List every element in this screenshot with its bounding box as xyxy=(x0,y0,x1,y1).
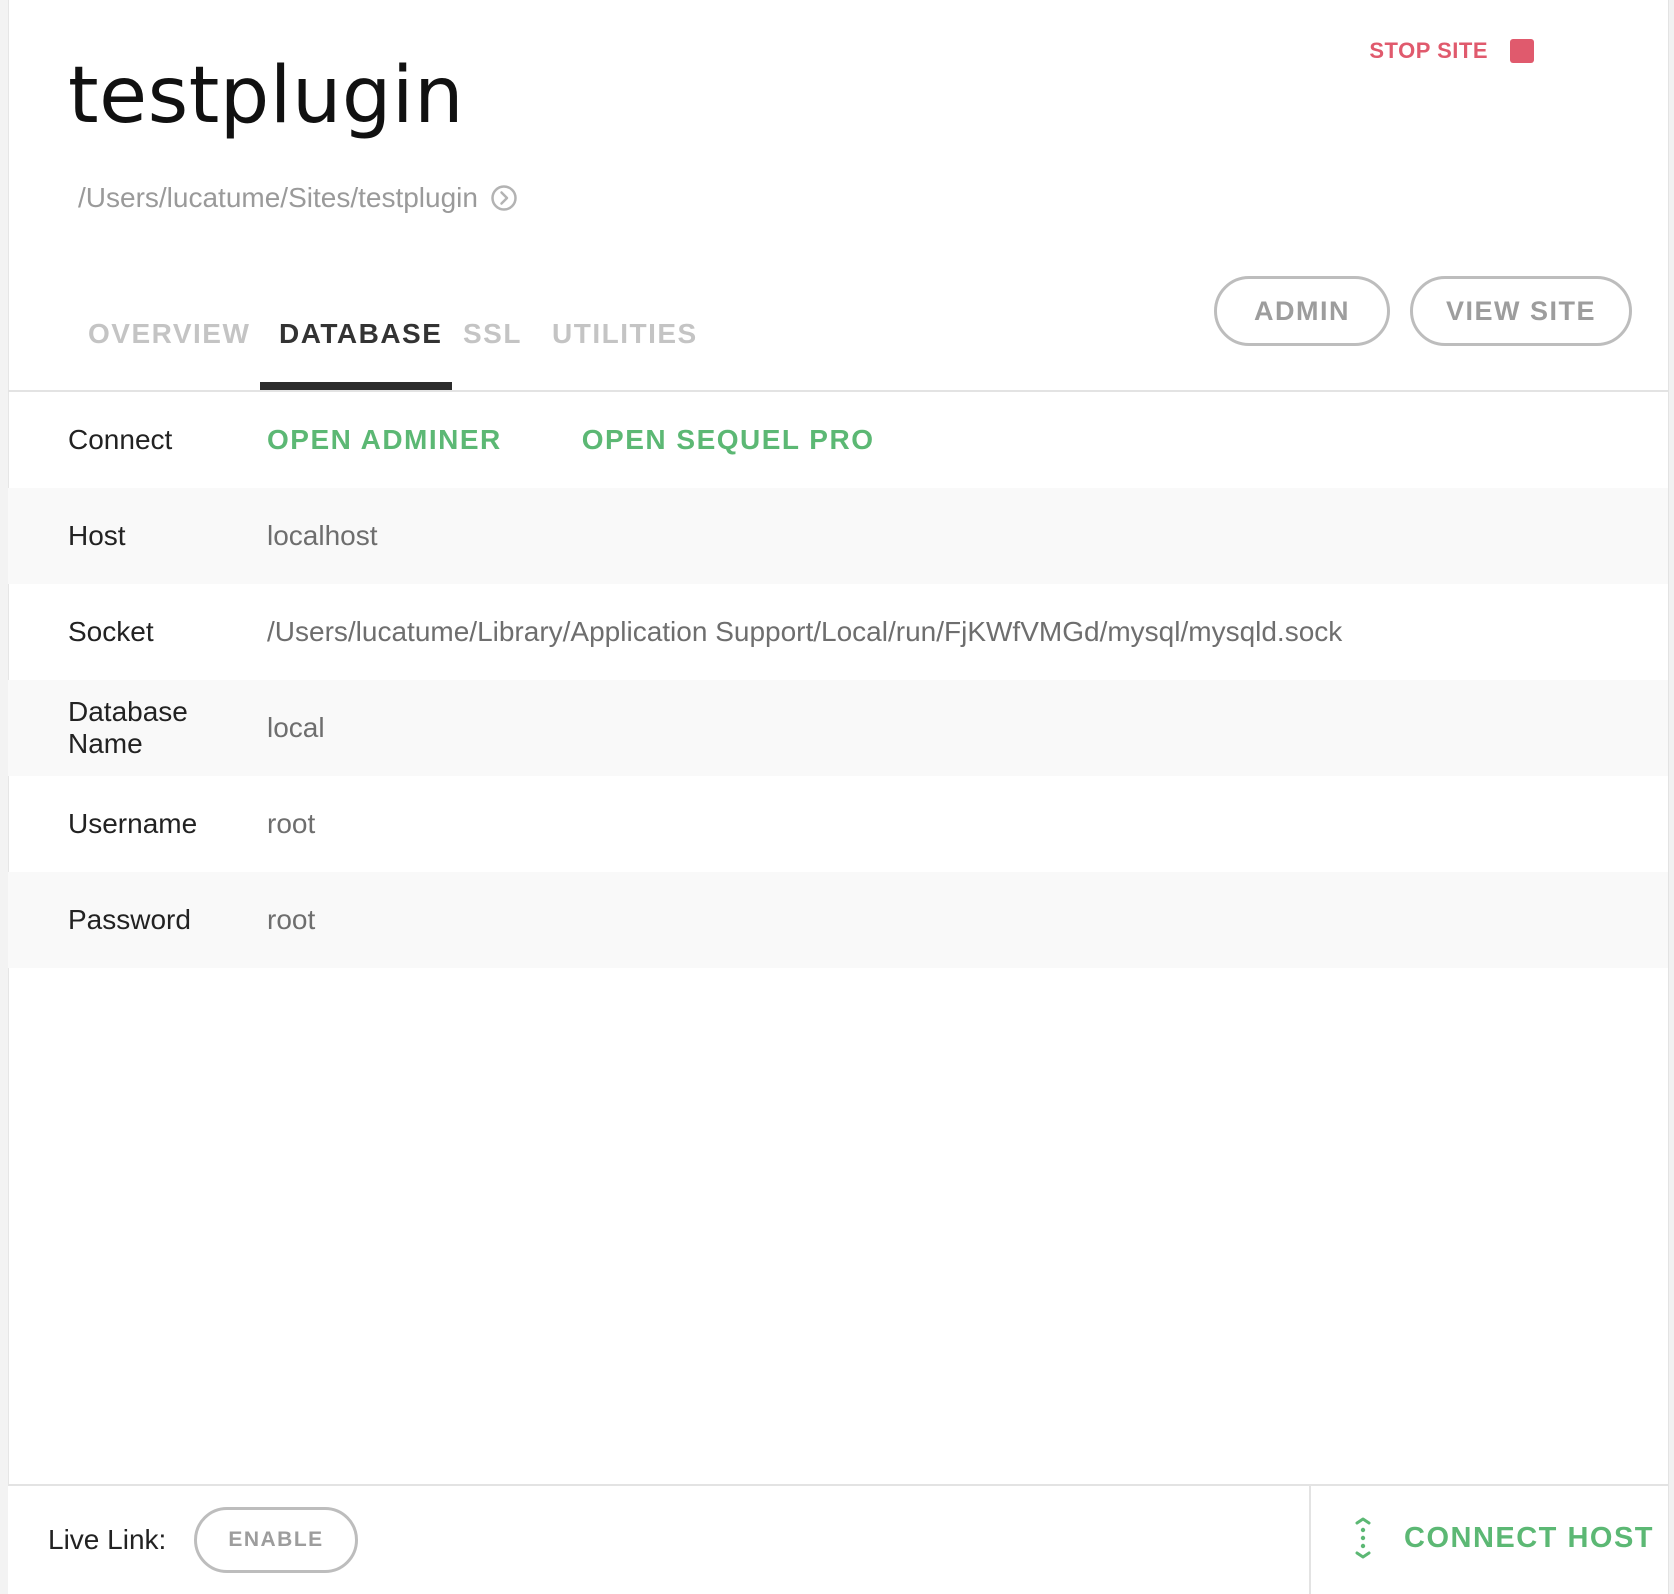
footer-bar: Live Link: ENABLE CONNECT HOST xyxy=(8,1484,1668,1594)
database-name-row: Database Name local xyxy=(8,680,1668,776)
tab-database[interactable]: DATABASE xyxy=(279,318,442,350)
enable-live-link-button[interactable]: ENABLE xyxy=(194,1507,358,1573)
connect-host-label: CONNECT HOST xyxy=(1404,1521,1654,1554)
active-tab-indicator xyxy=(260,382,452,390)
connect-label: Connect xyxy=(68,424,173,455)
host-label: Host xyxy=(68,520,126,551)
connect-links: OPEN ADMINER OPEN SEQUEL PRO xyxy=(267,424,874,456)
site-path[interactable]: /Users/lucatume/Sites/testplugin xyxy=(78,182,518,214)
tab-utilities[interactable]: UTILITIES xyxy=(552,318,698,350)
app-window: testplugin /Users/lucatume/Sites/testplu… xyxy=(0,0,1674,1594)
connect-host-icon xyxy=(1350,1516,1376,1560)
live-link-label: Live Link: xyxy=(48,1524,167,1555)
open-sequel-pro-link[interactable]: OPEN SEQUEL PRO xyxy=(582,424,875,456)
socket-label: Socket xyxy=(68,616,154,647)
site-title: testplugin xyxy=(68,51,465,141)
footer-divider xyxy=(1309,1486,1311,1594)
username-label: Username xyxy=(68,808,198,839)
database-name-label: Database Name xyxy=(68,696,188,759)
tab-ssl[interactable]: SSL xyxy=(463,318,522,350)
database-info-table: Connect OPEN ADMINER OPEN SEQUEL PRO Hos… xyxy=(8,392,1668,968)
socket-row: Socket /Users/lucatume/Library/Applicati… xyxy=(8,584,1668,680)
connect-host-button[interactable]: CONNECT HOST xyxy=(1350,1516,1654,1560)
tab-overview[interactable]: OVERVIEW xyxy=(88,318,250,350)
right-edge xyxy=(1668,0,1674,1594)
password-label: Password xyxy=(68,904,191,935)
host-value: localhost xyxy=(267,520,378,551)
connect-row: Connect OPEN ADMINER OPEN SEQUEL PRO xyxy=(8,392,1668,488)
circle-arrow-right-icon[interactable] xyxy=(490,184,518,212)
socket-value: /Users/lucatume/Library/Application Supp… xyxy=(267,616,1343,647)
stop-site-label: STOP SITE xyxy=(1369,38,1488,63)
stop-site-button[interactable]: STOP SITE xyxy=(1369,38,1534,64)
password-value: root xyxy=(267,904,316,935)
username-value: root xyxy=(267,808,316,839)
stop-square-icon xyxy=(1510,39,1534,63)
host-row: Host localhost xyxy=(8,488,1668,584)
site-path-text: /Users/lucatume/Sites/testplugin xyxy=(78,182,478,213)
tab-bar: OVERVIEW DATABASE SSL UTILITIES xyxy=(8,296,1668,390)
database-name-value: local xyxy=(267,712,325,743)
open-adminer-link[interactable]: OPEN ADMINER xyxy=(267,424,502,456)
password-row: Password root xyxy=(8,872,1668,968)
username-row: Username root xyxy=(8,776,1668,872)
